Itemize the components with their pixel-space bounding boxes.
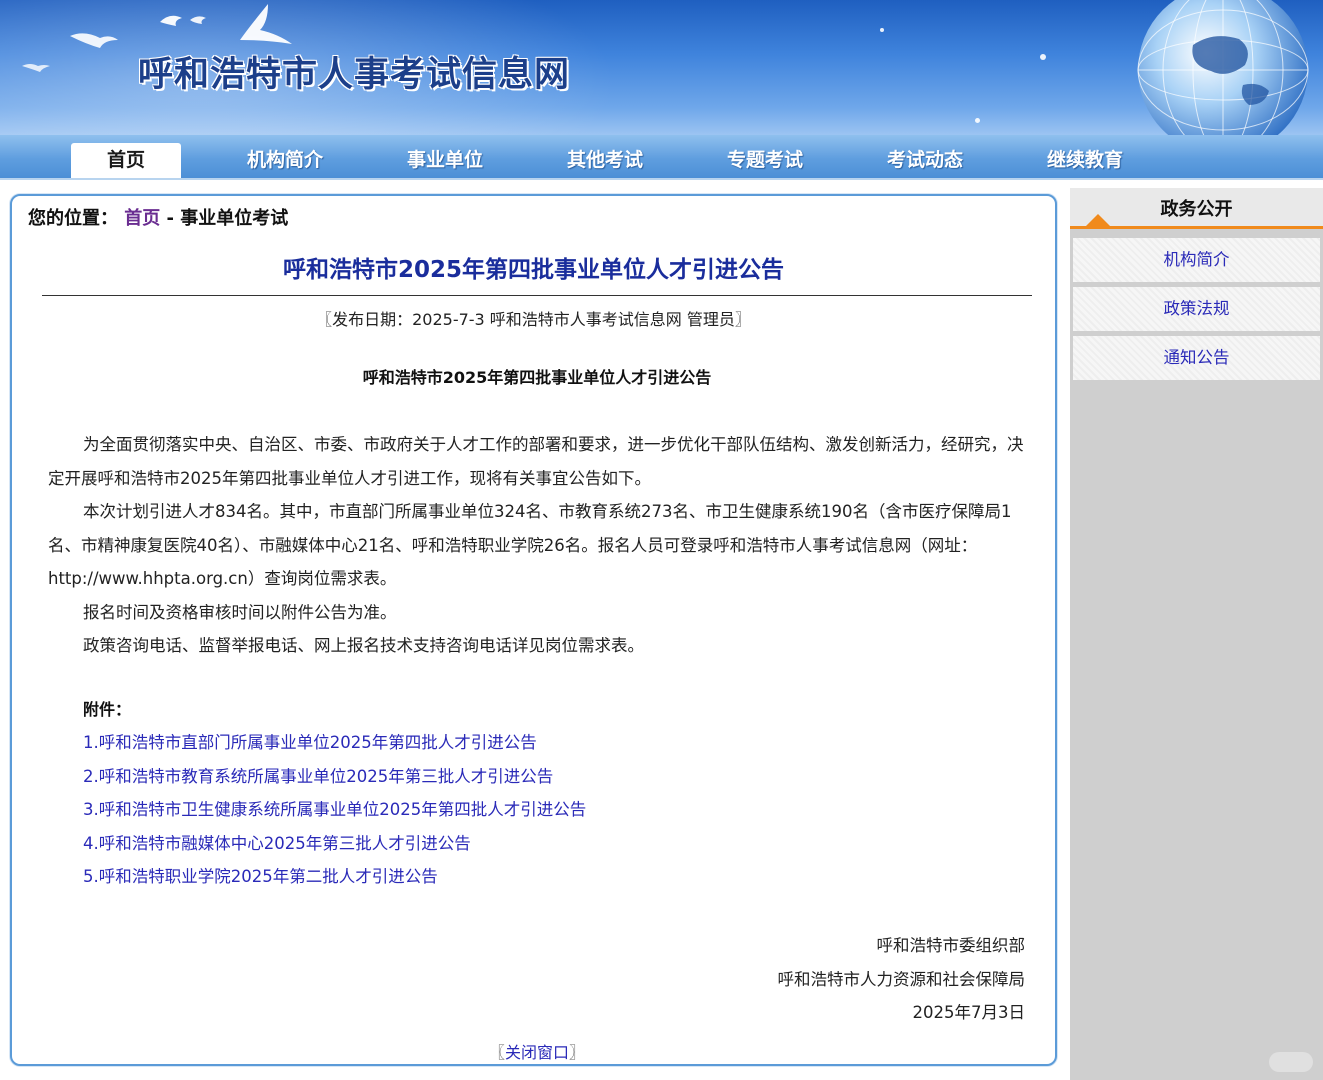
main-nav: 首页 机构简介 事业单位 其他考试 专题考试 考试动态 继续教育 xyxy=(0,135,1323,180)
nav-item-institutions[interactable]: 事业单位 xyxy=(390,143,500,178)
nav-item-other-exams[interactable]: 其他考试 xyxy=(550,143,660,178)
article-body: 为全面贯彻落实中央、自治区、市委、市政府关于人才工作的部署和要求，进一步优化干部… xyxy=(48,428,1024,663)
signature-org: 呼和浩特市人力资源和社会保障局 xyxy=(777,969,1026,989)
globe-icon xyxy=(1137,0,1309,135)
nav-item-continuing-education[interactable]: 继续教育 xyxy=(1030,143,1140,178)
close-window-link[interactable]: 〖关闭窗口〗 xyxy=(12,1039,1062,1063)
attachment-link[interactable]: 1.呼和浩特市直部门所属事业单位2025年第四批人才引进公告 xyxy=(83,729,586,763)
breadcrumb-current: 事业单位考试 xyxy=(180,208,289,229)
sidebar-item-policies[interactable]: 政策法规 xyxy=(1073,287,1320,331)
breadcrumb-home-link[interactable]: 首页 xyxy=(124,208,160,229)
content-panel: 您的位置： 首页 - 事业单位考试 呼和浩特市2025年第四批事业单位人才引进公… xyxy=(10,194,1057,1066)
bracket-close: 〗 xyxy=(569,1043,586,1062)
nav-item-home[interactable]: 首页 xyxy=(71,143,181,178)
sidebar-item-notices[interactable]: 通知公告 xyxy=(1073,336,1320,380)
attachments-label: 附件： xyxy=(83,700,132,719)
breadcrumb: 您的位置： 首页 - 事业单位考试 xyxy=(28,204,288,230)
site-banner: 呼和浩特市人事考试信息网 xyxy=(0,0,1323,135)
title-divider xyxy=(42,295,1032,296)
signature-date: 2025年7月3日 xyxy=(912,1003,1026,1022)
article-meta: 〖发布日期：2025-7-3 呼和浩特市人事考试信息网 管理员〗 xyxy=(316,310,751,329)
bracket-open: 〖 xyxy=(488,1043,505,1062)
attachment-link[interactable]: 4.呼和浩特市融媒体中心2025年第三批人才引进公告 xyxy=(83,830,586,864)
attachment-link[interactable]: 2.呼和浩特市教育系统所属事业单位2025年第三批人才引进公告 xyxy=(83,763,586,797)
sidebar: 政务公开 机构简介 政策法规 通知公告 xyxy=(1070,188,1323,1080)
attachment-link[interactable]: 3.呼和浩特市卫生健康系统所属事业单位2025年第四批人才引进公告 xyxy=(83,796,586,830)
paragraph: 政策咨询电话、监督举报电话、网上报名技术支持咨询电话详见岗位需求表。 xyxy=(83,636,644,655)
triangle-pointer-icon xyxy=(1086,214,1110,226)
paragraph: 本次计划引进人才834名。其中，市直部门所属事业单位324名、市教育系统273名… xyxy=(48,502,1012,588)
sidebar-item-about[interactable]: 机构简介 xyxy=(1073,238,1320,282)
attachment-link[interactable]: 5.呼和浩特职业学院2025年第二批人才引进公告 xyxy=(83,863,586,897)
paragraph: 为全面贯彻落实中央、自治区、市委、市政府关于人才工作的部署和要求，进一步优化干部… xyxy=(48,435,1024,488)
sparkle-icon xyxy=(1040,54,1046,60)
article-subtitle: 呼和浩特市2025年第四批事业单位人才引进公告 xyxy=(362,368,712,387)
attachments-list: 1.呼和浩特市直部门所属事业单位2025年第四批人才引进公告 2.呼和浩特市教育… xyxy=(83,729,586,897)
close-window-label[interactable]: 关闭窗口 xyxy=(505,1043,569,1062)
sidebar-header: 政务公开 xyxy=(1070,188,1323,229)
site-title: 呼和浩特市人事考试信息网 xyxy=(138,55,571,95)
breadcrumb-prefix: 您的位置： xyxy=(28,208,118,229)
watermark-badge xyxy=(1269,1052,1313,1072)
breadcrumb-separator: - xyxy=(160,208,181,229)
sparkle-icon xyxy=(880,28,884,32)
signature-block: 呼和浩特市委组织部 呼和浩特市人力资源和社会保障局 2025年7月3日 xyxy=(778,929,1026,1030)
sidebar-title: 政务公开 xyxy=(1160,199,1233,220)
paragraph: 报名时间及资格审核时间以附件公告为准。 xyxy=(83,602,397,622)
nav-item-special-exams[interactable]: 专题考试 xyxy=(710,143,820,178)
article-headline: 呼和浩特市2025年第四批事业单位人才引进公告 xyxy=(282,257,784,283)
sparkle-icon xyxy=(975,118,980,123)
signature-org: 呼和浩特市委组织部 xyxy=(876,936,1026,955)
nav-item-about[interactable]: 机构简介 xyxy=(230,143,340,178)
nav-item-exam-news[interactable]: 考试动态 xyxy=(870,143,980,178)
